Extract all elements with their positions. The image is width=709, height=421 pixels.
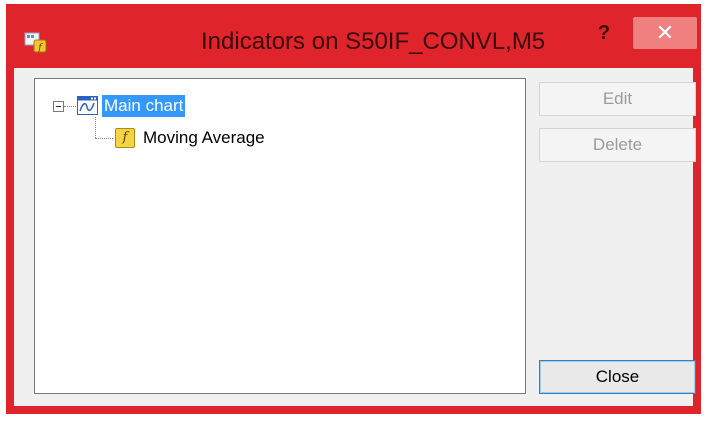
title-bar[interactable]: f Indicators on S50IF_CONVL,M5 ? ✕ <box>6 4 701 70</box>
tree-item-moving-average[interactable]: Moving Average <box>143 127 265 149</box>
chart-window-icon <box>77 96 98 115</box>
tree-connector <box>95 138 113 139</box>
indicators-dialog: f Indicators on S50IF_CONVL,M5 ? ✕ Main … <box>6 4 701 414</box>
tree-item-main-chart[interactable]: Main chart <box>102 95 186 117</box>
help-button[interactable]: ? <box>589 18 619 48</box>
function-icon: f <box>115 128 135 148</box>
close-button[interactable]: Close <box>539 360 696 394</box>
edit-button[interactable]: Edit <box>539 82 696 116</box>
tree-connector <box>95 117 96 138</box>
dialog-body: Main chart f Moving Average Edit Delete … <box>14 68 696 406</box>
collapse-toggle-icon[interactable] <box>53 101 64 112</box>
app-icon: f <box>24 32 47 53</box>
close-window-button[interactable]: ✕ <box>633 17 697 49</box>
indicator-tree[interactable]: Main chart f Moving Average <box>34 78 526 394</box>
delete-button[interactable]: Delete <box>539 128 696 162</box>
tree-connector <box>64 106 76 107</box>
